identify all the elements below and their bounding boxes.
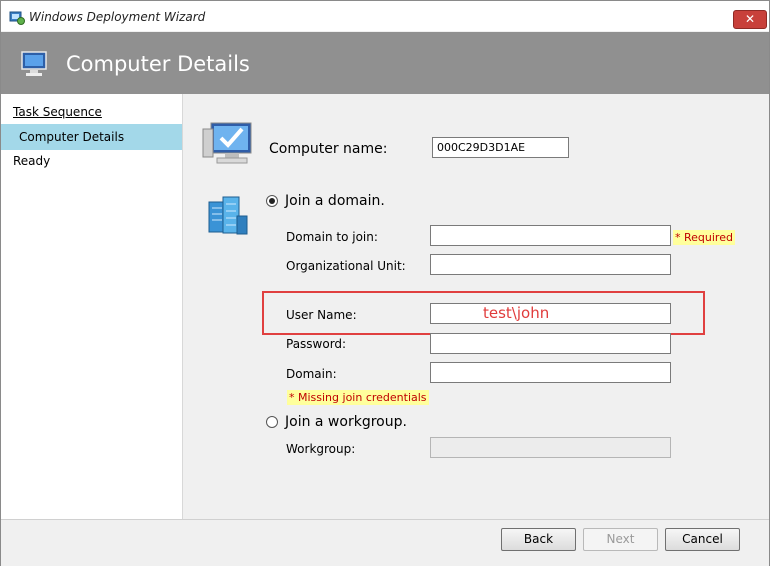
annotation-highlight-box (262, 291, 705, 335)
computer-icon (21, 51, 47, 76)
domain-to-join-label: Domain to join: (286, 230, 378, 244)
domain-label: Domain: (286, 367, 337, 381)
domain-server-icon (208, 196, 248, 235)
cancel-button[interactable]: Cancel (665, 528, 740, 551)
workgroup-label: Workgroup: (286, 442, 356, 456)
wizard-app-icon (9, 11, 25, 25)
required-note: * Required (673, 230, 735, 245)
organizational-unit-field[interactable] (430, 254, 671, 275)
sidebar-item-label: Task Sequence (13, 105, 102, 119)
wizard-steps-sidebar: Task Sequence Computer Details Ready (1, 94, 183, 519)
sidebar-item-label: Computer Details (19, 130, 125, 144)
computer-name-label: Computer name: (269, 141, 388, 157)
sidebar-item-task-sequence[interactable]: Task Sequence (1, 99, 182, 125)
password-field[interactable] (430, 333, 671, 354)
domain-field[interactable] (430, 362, 671, 383)
domain-to-join-field[interactable] (430, 225, 671, 246)
title-bar: Windows Deployment Wizard ✕ (1, 1, 769, 31)
join-domain-label: Join a domain. (285, 193, 385, 209)
workgroup-field (430, 437, 671, 458)
missing-credentials-note: * Missing join credentials (287, 390, 429, 405)
next-button[interactable]: Next (583, 528, 658, 551)
sidebar-item-computer-details[interactable]: Computer Details (1, 124, 182, 150)
password-label: Password: (286, 337, 347, 351)
close-window-button[interactable]: ✕ (733, 10, 767, 29)
header-banner: Computer Details (1, 32, 769, 94)
join-domain-radio[interactable] (266, 195, 278, 207)
computer-checkmark-icon (202, 122, 252, 164)
computer-name-field[interactable]: 000C29D3D1AE (432, 137, 569, 158)
organizational-unit-label: Organizational Unit: (286, 259, 406, 273)
page-title: Computer Details (66, 52, 250, 76)
sidebar-item-ready[interactable]: Ready (1, 148, 182, 174)
sidebar-item-label: Ready (13, 154, 51, 168)
join-workgroup-label: Join a workgroup. (285, 414, 407, 430)
join-workgroup-radio[interactable] (266, 416, 278, 428)
window-title: Windows Deployment Wizard (29, 10, 206, 24)
back-button[interactable]: Back (501, 528, 576, 551)
wizard-window: Windows Deployment Wizard ✕ Computer Det… (0, 0, 770, 566)
